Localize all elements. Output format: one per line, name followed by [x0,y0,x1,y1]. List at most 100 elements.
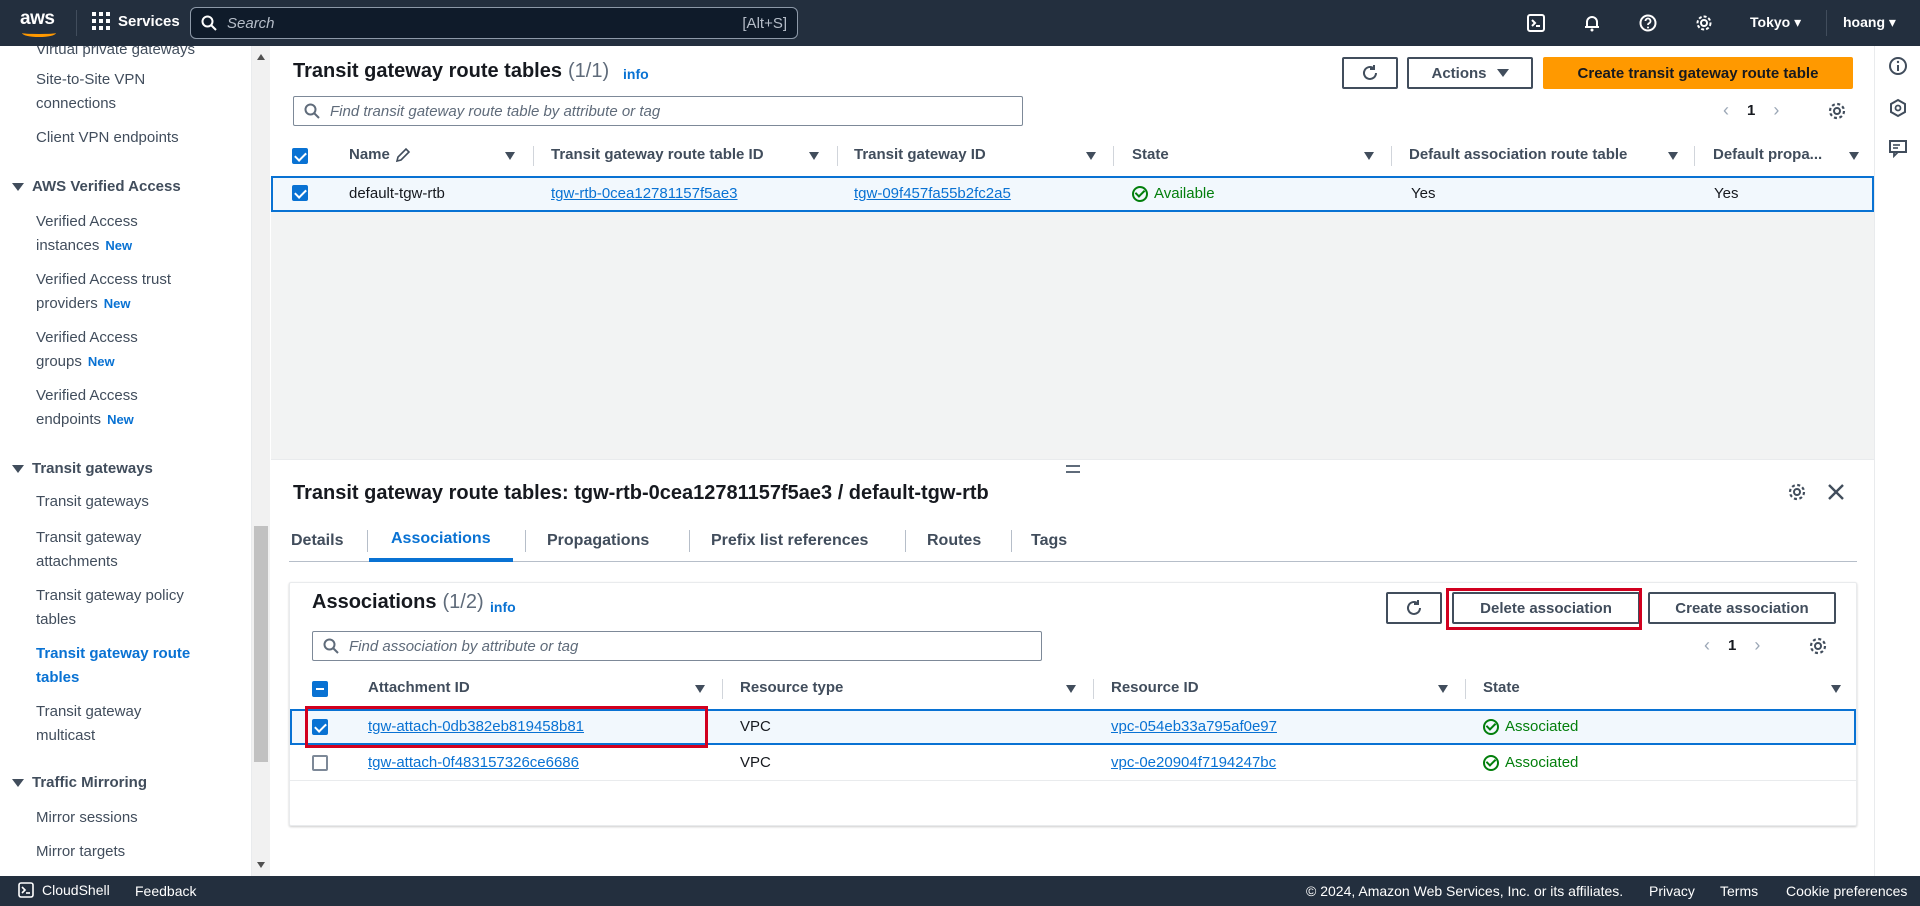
transit-gateway-id-link[interactable]: tgw-09f457fa55b2fc2a5 [854,185,1011,202]
sidebar-item-transit-gateways[interactable]: Transit gateways [36,490,216,514]
sidebar-item-verified-access-groups[interactable]: Verified Access groups New [36,326,186,374]
sidebar-item-site-to-site-vpn[interactable]: Site-to-Site VPN connections [36,68,186,116]
close-split-panel-icon[interactable] [1826,482,1846,502]
split-panel-preferences-gear-icon[interactable] [1787,482,1807,502]
resource-id-link[interactable]: vpc-054eb33a795af0e97 [1111,718,1277,735]
column-header-association-state[interactable]: State [1483,679,1520,696]
resources-panel-icon[interactable] [1888,98,1908,118]
sidebar-item-mirror-sessions[interactable]: Mirror sessions [36,806,216,830]
route-table-id-link[interactable]: tgw-rtb-0cea12781157f5ae3 [551,185,738,202]
column-header-name[interactable]: Name [349,146,411,163]
resource-id-link[interactable]: vpc-0e20904f7194247bc [1111,754,1276,771]
column-header-attachment-id[interactable]: Attachment ID [368,679,470,696]
split-panel-resize-handle[interactable] [1066,465,1080,473]
aws-logo[interactable]: aws [20,8,60,38]
sort-rtb-id-icon[interactable] [809,152,819,160]
sidebar-item-transit-gateway-route-tables[interactable]: Transit gateway route tables [36,642,206,690]
sort-tgw-id-icon[interactable] [1086,152,1096,160]
route-table-filter[interactable] [293,96,1023,126]
sort-default-propagation-icon[interactable] [1849,152,1859,160]
table-preferences-gear-icon[interactable] [1827,101,1847,121]
actions-dropdown-button[interactable]: Actions [1407,57,1533,89]
sidebar-item-verified-access-trust-providers[interactable]: Verified Access trust providers New [36,268,186,316]
column-header-tgw-id[interactable]: Transit gateway ID [854,146,986,163]
associations-preferences-gear-icon[interactable] [1808,636,1828,656]
sort-association-state-icon[interactable] [1831,685,1841,693]
column-header-resource-id[interactable]: Resource ID [1111,679,1199,696]
column-header-default-propagation[interactable]: Default propa... [1713,146,1822,163]
sidebar-item-client-vpn[interactable]: Client VPN endpoints [36,126,216,150]
cookie-preferences-link[interactable]: Cookie preferences [1786,883,1907,899]
associations-info-link[interactable]: info [490,599,516,615]
current-page[interactable]: 1 [1747,102,1755,119]
row-checkbox[interactable] [312,755,328,771]
scroll-up-arrow-icon[interactable] [257,54,265,60]
sidebar-section-traffic-mirroring[interactable]: Traffic Mirroring [12,774,147,791]
tab-details[interactable]: Details [291,520,351,562]
column-header-default-association[interactable]: Default association route table [1409,146,1627,163]
column-header-rtb-id[interactable]: Transit gateway route table ID [551,146,764,163]
tab-associations[interactable]: Associations [369,520,513,562]
select-all-associations-checkbox[interactable] [312,681,328,697]
tab-prefix-list-references[interactable]: Prefix list references [711,520,868,562]
sidebar-item-transit-gateway-multicast[interactable]: Transit gateway multicast [36,700,186,748]
scrollbar-thumb[interactable] [254,526,268,762]
tab-routes[interactable]: Routes [927,520,981,562]
feedback-panel-icon[interactable] [1888,138,1908,158]
sidebar-item-mirror-targets[interactable]: Mirror targets [36,840,216,864]
association-filter-input[interactable] [349,637,1031,655]
sort-default-association-icon[interactable] [1668,152,1678,160]
previous-page-icon[interactable]: ‹ [1723,100,1729,121]
sidebar-section-transit-gateways[interactable]: Transit gateways [12,460,153,477]
sort-resource-type-icon[interactable] [1066,685,1076,693]
table-row[interactable]: tgw-attach-0f483157326ce6686 VPC vpc-0e2… [290,745,1856,781]
sidebar-item-transit-gateway-policy-tables[interactable]: Transit gateway policy tables [36,584,206,632]
row-checkbox[interactable] [292,185,308,201]
info-panel-icon[interactable] [1888,56,1908,76]
select-all-checkbox[interactable] [292,148,308,164]
association-filter[interactable] [312,631,1042,661]
sidebar-item-verified-access-instances[interactable]: Verified Access instances New [36,210,186,258]
table-row[interactable]: tgw-attach-0db382eb819458b81 VPC vpc-054… [290,709,1856,745]
create-association-button[interactable]: Create association [1648,592,1836,624]
route-table-filter-input[interactable] [330,102,1012,120]
tab-propagations[interactable]: Propagations [547,520,649,562]
terms-link[interactable]: Terms [1720,883,1758,899]
tab-tags[interactable]: Tags [1031,520,1067,562]
global-search-box[interactable]: [Alt+S] [190,7,798,39]
sort-attachment-id-icon[interactable] [695,685,705,693]
region-selector[interactable]: Tokyo [1750,14,1801,31]
column-header-state[interactable]: State [1132,146,1169,163]
sidebar-item-verified-access-endpoints[interactable]: Verified Access endpoints New [36,384,186,432]
global-search-input[interactable] [227,14,743,32]
sort-resource-id-icon[interactable] [1438,685,1448,693]
attachment-id-link[interactable]: tgw-attach-0db382eb819458b81 [368,718,584,735]
column-header-resource-type[interactable]: Resource type [740,679,843,696]
sidebar-scrollbar[interactable] [252,46,270,876]
create-route-table-button[interactable]: Create transit gateway route table [1543,57,1853,89]
settings-gear-icon[interactable] [1694,13,1714,33]
sidebar-item-transit-gateway-attachments[interactable]: Transit gateway attachments [36,526,186,574]
current-page[interactable]: 1 [1728,637,1736,654]
attachment-id-link[interactable]: tgw-attach-0f483157326ce6686 [368,754,579,771]
route-tables-info-link[interactable]: info [623,66,649,82]
associations-refresh-button[interactable] [1386,592,1442,624]
table-row[interactable]: default-tgw-rtb tgw-rtb-0cea12781157f5ae… [271,176,1874,212]
scroll-down-arrow-icon[interactable] [257,862,265,868]
privacy-link[interactable]: Privacy [1649,883,1695,899]
feedback-footer-link[interactable]: Feedback [135,883,196,899]
previous-page-icon[interactable]: ‹ [1704,635,1710,656]
help-icon[interactable] [1638,13,1658,33]
cloudshell-icon[interactable] [1526,13,1546,33]
row-checkbox[interactable] [312,719,328,735]
sort-name-icon[interactable] [505,152,515,160]
notifications-bell-icon[interactable] [1582,13,1602,33]
next-page-icon[interactable]: › [1754,635,1760,656]
sidebar-item-virtual-private-gateways[interactable]: Virtual private gateways [36,46,216,62]
account-menu[interactable]: hoang [1843,14,1896,31]
refresh-button[interactable] [1342,57,1398,89]
next-page-icon[interactable]: › [1773,100,1779,121]
cloudshell-footer-button[interactable]: CloudShell [18,882,110,898]
sort-state-icon[interactable] [1364,152,1374,160]
services-menu-button[interactable]: Services [92,12,180,30]
